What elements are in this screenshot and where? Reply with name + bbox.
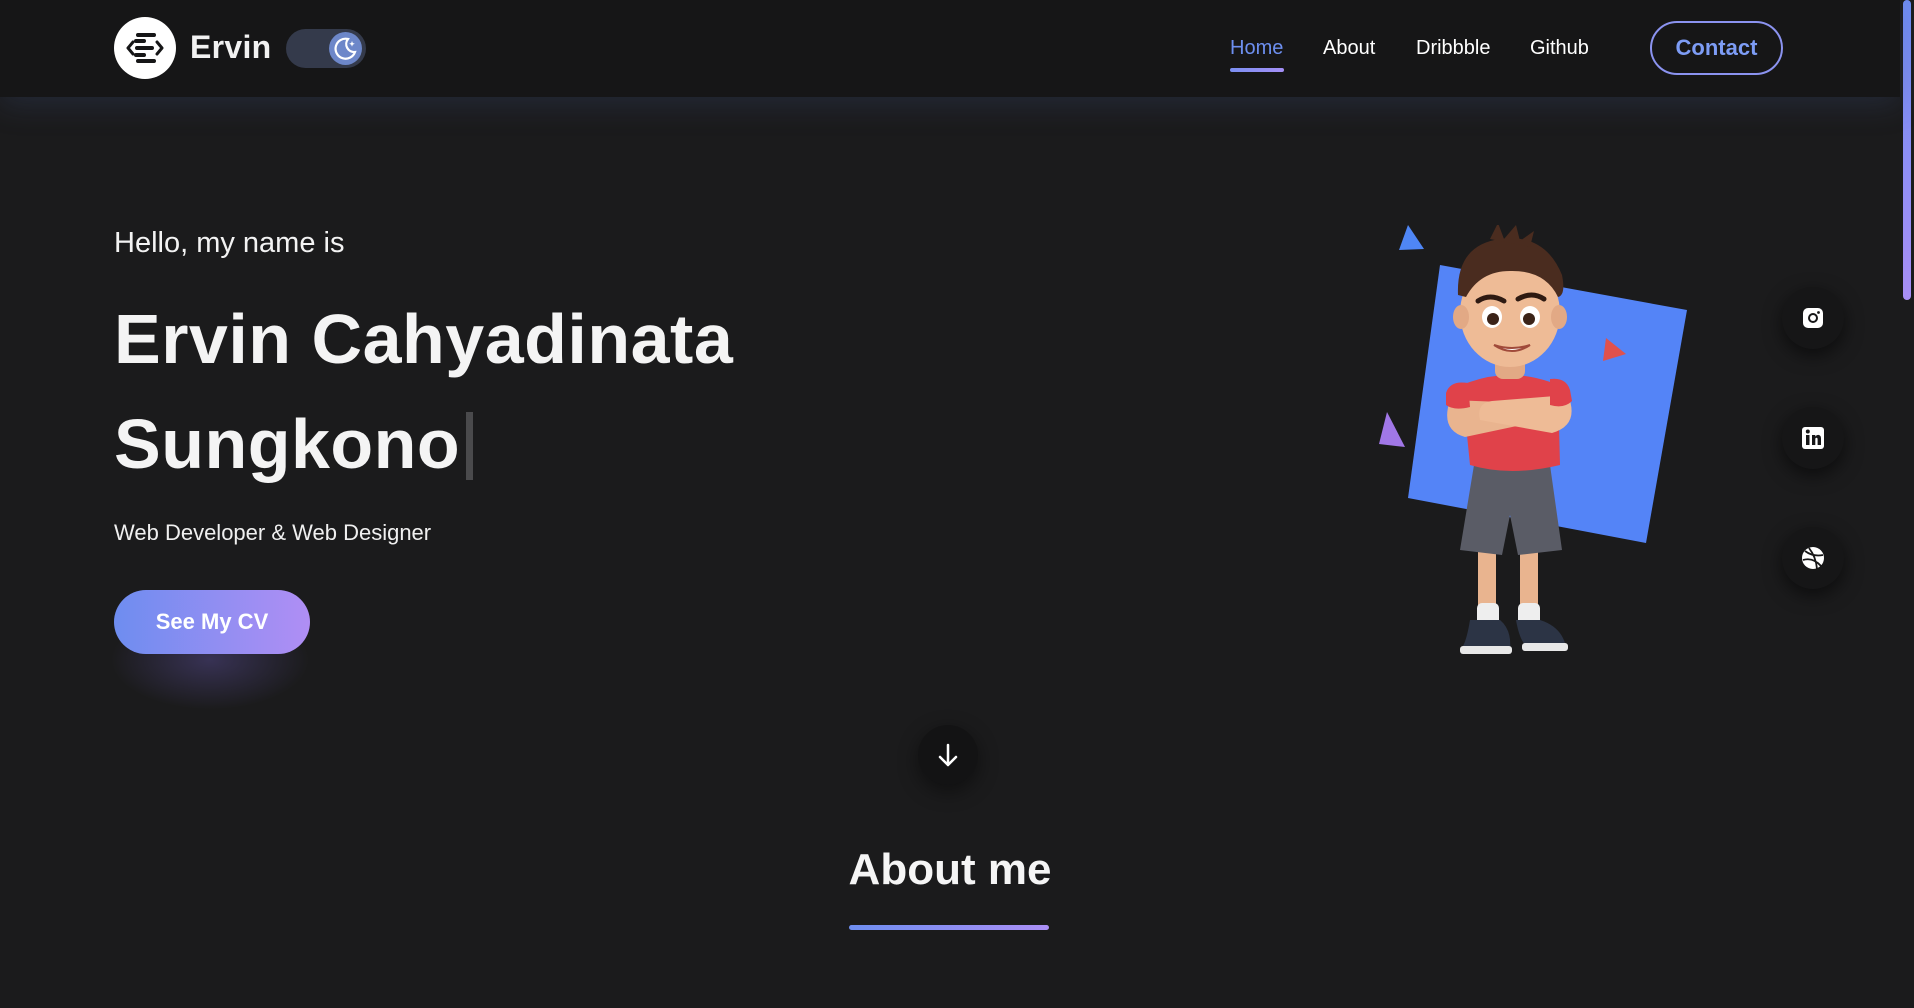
hero-name-line2: Sungkono	[114, 404, 474, 484]
instagram-button[interactable]	[1782, 287, 1844, 349]
linkedin-button[interactable]	[1782, 407, 1844, 469]
instagram-icon	[1803, 308, 1823, 328]
scroll-down-button[interactable]	[918, 725, 978, 785]
code-e-logo-icon[interactable]	[114, 17, 176, 79]
hero-greeting: Hello, my name is	[114, 227, 345, 259]
linkedin-icon	[1802, 427, 1824, 449]
hero-name-line1: Ervin Cahyadinata	[114, 300, 734, 378]
nav-active-underline	[1230, 68, 1284, 72]
dribbble-button[interactable]	[1782, 527, 1844, 589]
see-cv-button[interactable]: See My CV	[114, 590, 310, 654]
navbar: Ervin Home About Dribbble Github Contact	[0, 0, 1900, 97]
hero-name-line2-text: Sungkono	[114, 405, 461, 483]
purple-triangle-shape	[1379, 412, 1405, 447]
dribbble-icon	[1802, 547, 1824, 570]
contact-button[interactable]: Contact	[1650, 21, 1783, 75]
typing-caret	[466, 412, 474, 480]
nav-link-github[interactable]: Github	[1530, 37, 1589, 60]
about-heading-underline	[849, 925, 1049, 930]
hero-role: Web Developer & Web Designer	[114, 520, 432, 545]
nav-link-about[interactable]: About	[1323, 37, 1375, 60]
arrow-down-icon	[938, 743, 958, 767]
scrollbar-thumb[interactable]	[1903, 0, 1911, 300]
theme-toggle[interactable]	[286, 29, 366, 68]
blue-triangle-shape	[1399, 225, 1424, 250]
nav-link-dribbble[interactable]: Dribbble	[1416, 37, 1490, 60]
about-heading: About me	[848, 845, 1052, 894]
avatar-illustration	[1379, 225, 1687, 654]
nav-link-home[interactable]: Home	[1230, 37, 1283, 60]
moon-icon	[329, 32, 362, 65]
brand-name[interactable]: Ervin	[190, 29, 272, 66]
